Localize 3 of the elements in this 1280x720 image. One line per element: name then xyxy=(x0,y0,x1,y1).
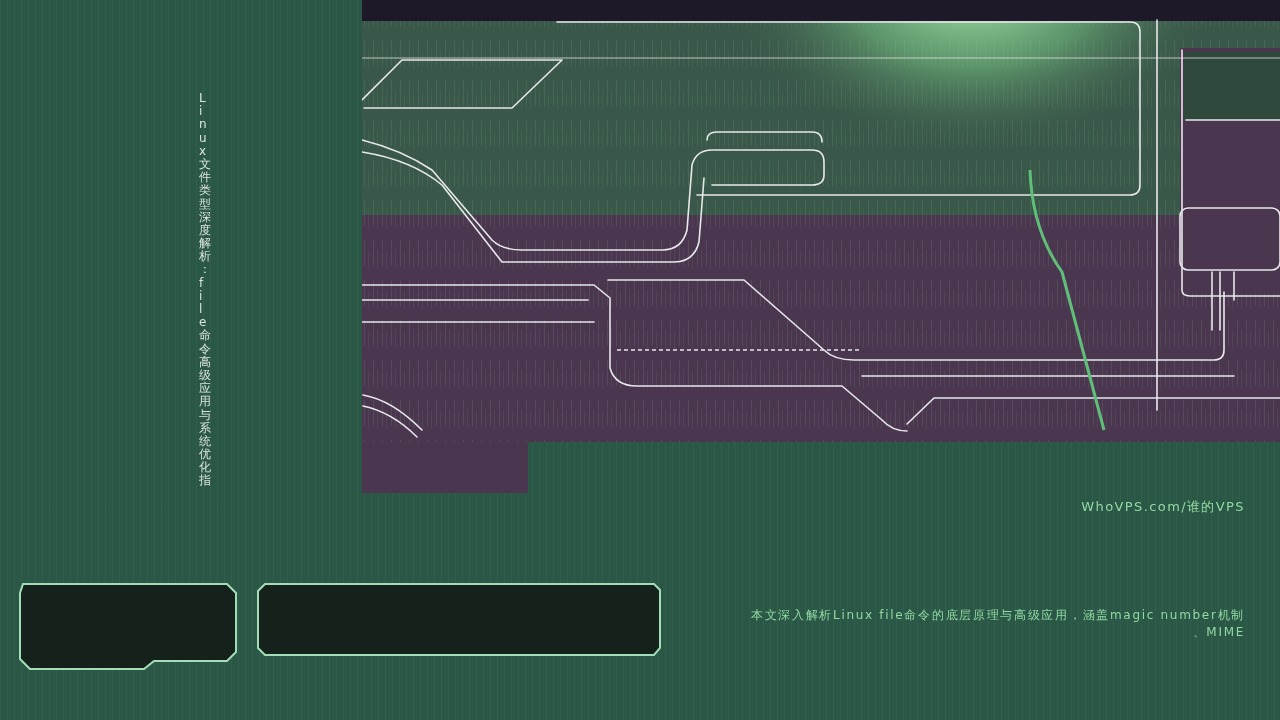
vertical-title: Linux文件类型深度解析：file命令高级应用与系统优化指 xyxy=(199,92,211,488)
article-summary: 本文深入解析Linux file命令的底层原理与高级应用，涵盖magic number机制、MIME xyxy=(749,607,1245,641)
site-name: WhoVPS.com/谁的VPS xyxy=(1081,499,1245,515)
